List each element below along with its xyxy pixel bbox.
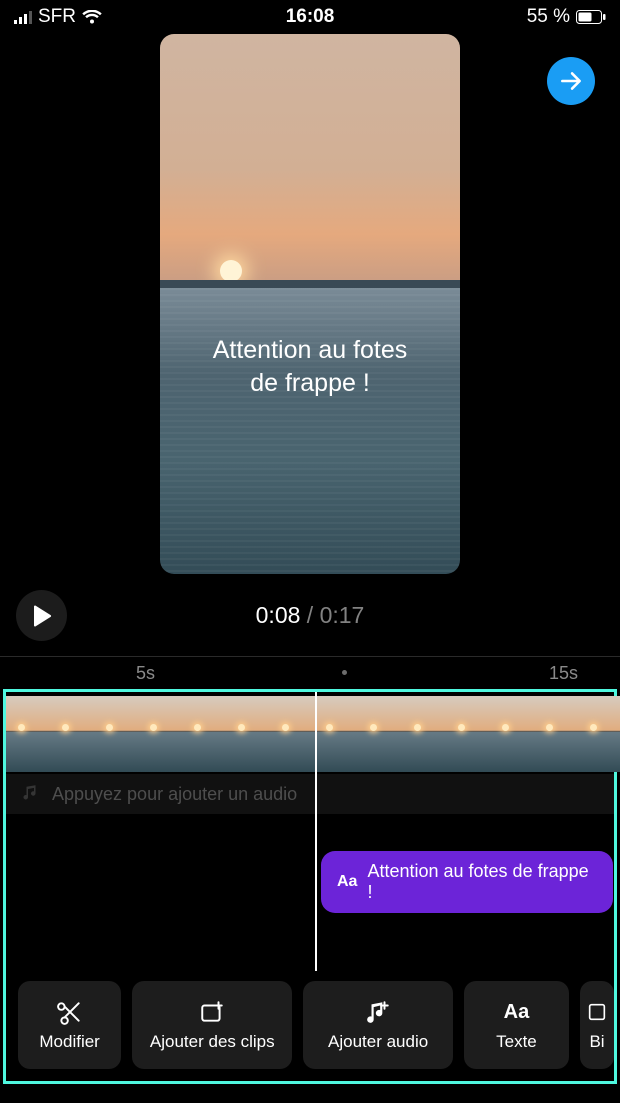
next-button[interactable]	[547, 57, 595, 105]
audio-hint-label: Appuyez pour ajouter un audio	[52, 784, 297, 805]
extra-button[interactable]: Bi	[580, 981, 614, 1069]
video-track[interactable]	[6, 696, 614, 772]
thumb	[226, 696, 270, 772]
text-button[interactable]: Aa Texte	[464, 981, 569, 1069]
audio-track[interactable]: Appuyez pour ajouter un audio	[6, 774, 614, 814]
thumb	[182, 696, 226, 772]
text-clip-icon: Aa	[337, 873, 357, 891]
timeline-editor: Appuyez pour ajouter un audio Aa Attenti…	[3, 689, 617, 1084]
library-icon	[586, 998, 608, 1026]
time-label: 0:08 / 0:17	[0, 602, 620, 629]
thumb	[402, 696, 446, 772]
thumb	[314, 696, 358, 772]
caption-line-2: de frappe !	[160, 367, 460, 400]
caption-overlay: Attention au fotes de frappe !	[160, 334, 460, 399]
extra-label: Bi	[589, 1032, 604, 1052]
arrow-right-icon	[558, 68, 584, 94]
thumb	[94, 696, 138, 772]
video-preview[interactable]: Attention au fotes de frappe !	[160, 34, 460, 574]
add-audio-icon	[365, 998, 391, 1026]
preview-area: Attention au fotes de frappe !	[0, 34, 620, 582]
time-total: 0:17	[320, 602, 365, 628]
caption-line-1: Attention au fotes	[160, 334, 460, 367]
scissors-icon	[57, 998, 83, 1026]
ruler-15s: 15s	[549, 663, 578, 684]
thumb	[6, 696, 50, 772]
add-clip-icon	[199, 998, 225, 1026]
thumb	[138, 696, 182, 772]
ruler-dot	[342, 670, 347, 675]
text-clip[interactable]: Aa Attention au fotes de frappe !	[321, 851, 613, 913]
thumb	[270, 696, 314, 772]
add-audio-button[interactable]: Ajouter audio	[303, 981, 453, 1069]
thumb	[358, 696, 402, 772]
timeline-ruler[interactable]: 5s 15s	[0, 657, 620, 689]
text-label: Texte	[496, 1032, 537, 1052]
add-clips-label: Ajouter des clips	[150, 1032, 275, 1052]
add-clips-button[interactable]: Ajouter des clips	[132, 981, 292, 1069]
music-note-icon	[22, 783, 40, 806]
status-bar: SFR 16:08 55 %	[0, 0, 620, 34]
thumb	[50, 696, 94, 772]
text-icon: Aa	[504, 998, 530, 1026]
thumb	[490, 696, 534, 772]
add-audio-label: Ajouter audio	[328, 1032, 428, 1052]
ruler-5s: 5s	[136, 663, 155, 684]
thumb	[578, 696, 620, 772]
thumb	[534, 696, 578, 772]
text-clip-label: Attention au fotes de frappe !	[367, 861, 597, 903]
modify-label: Modifier	[39, 1032, 99, 1052]
status-time: 16:08	[0, 6, 620, 28]
playhead[interactable]	[315, 692, 317, 971]
time-current: 0:08	[256, 602, 301, 628]
modify-button[interactable]: Modifier	[18, 981, 121, 1069]
thumb	[446, 696, 490, 772]
toolbar: Modifier Ajouter des clips Ajouter audio…	[18, 981, 614, 1069]
